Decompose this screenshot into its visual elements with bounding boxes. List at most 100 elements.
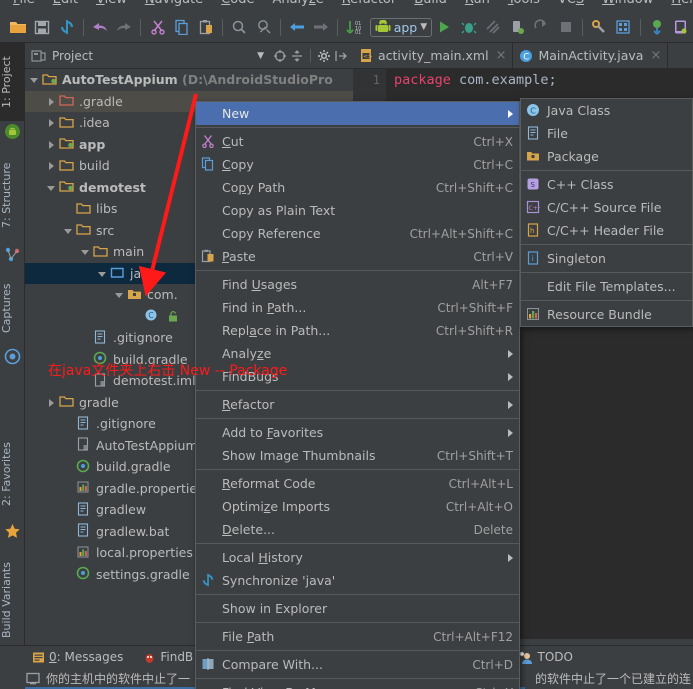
tab-activity-main-xml[interactable]: <> activity_main.xml × (353, 43, 513, 68)
submenu-item-singleton[interactable]: iSingleton (521, 247, 692, 270)
tree-toggle-right-icon[interactable] (46, 397, 57, 408)
tree-row[interactable]: AutoTestAppium (D:\AndroidStudioPro (25, 69, 353, 91)
menu-item-replace-in-path[interactable]: Replace in Path...Ctrl+Shift+R (196, 319, 519, 342)
settings-gear-icon[interactable] (317, 49, 331, 63)
redo-icon[interactable] (112, 15, 136, 40)
menu-item-tools[interactable]: Tools (499, 0, 549, 12)
menu-item-paste[interactable]: PasteCtrl+V (196, 245, 519, 268)
avd-manager-icon[interactable] (611, 15, 635, 40)
sidebar-item-captures[interactable]: Captures (0, 271, 25, 345)
menu-item-find-usages[interactable]: Find UsagesAlt+F7 (196, 273, 519, 296)
expand-collapse-icon[interactable] (290, 49, 304, 63)
open-folder-icon[interactable] (6, 15, 30, 40)
menu-item-cut[interactable]: CutCtrl+X (196, 130, 519, 153)
bottom-item-todo[interactable]: TODO (510, 650, 693, 664)
sort-icon[interactable]: 011001 (342, 15, 366, 40)
android-icon[interactable] (4, 123, 21, 140)
new-submenu[interactable]: CJava ClassFilePackage SC++ ClassC++C/C++… (520, 98, 693, 327)
menu-item-code[interactable]: Code (212, 0, 263, 12)
sidebar-item-build-variants[interactable]: Build Variants (0, 550, 25, 650)
run-icon[interactable] (432, 15, 456, 40)
chevron-down-icon[interactable]: ▼ (257, 51, 264, 61)
tree-toggle-down-icon[interactable] (29, 74, 40, 85)
menu-item-find-view-by-me[interactable]: Find View By MeCtrl+Y (196, 681, 519, 689)
star-icon[interactable] (4, 523, 21, 540)
menu-item-show-image-thumbnails[interactable]: Show Image ThumbnailsCtrl+Shift+T (196, 444, 519, 467)
bottom-item-messages[interactable]: 0: Messages (0, 650, 133, 664)
menu-item-add-to-favorites[interactable]: Add to Favorites (196, 421, 519, 444)
tree-toggle-right-icon[interactable] (46, 96, 57, 107)
close-icon[interactable]: × (496, 48, 507, 63)
menu-item-navigate[interactable]: Navigate (136, 0, 212, 12)
menu-item-local-history[interactable]: Local History (196, 546, 519, 569)
tree-toggle-right-icon[interactable] (46, 160, 57, 171)
menu-item-show-in-explorer[interactable]: Show in Explorer (196, 597, 519, 620)
menu-item-reformat-code[interactable]: Reformat CodeCtrl+Alt+L (196, 472, 519, 495)
cut-icon[interactable] (145, 15, 169, 40)
instant-run-icon[interactable] (505, 15, 529, 40)
structure-icon[interactable] (4, 246, 21, 263)
chevron-down-icon[interactable]: ▼ (420, 22, 427, 32)
menu-item-find-in-path[interactable]: Find in Path...Ctrl+Shift+F (196, 296, 519, 319)
run-configuration-selector[interactable]: app ▼ (370, 18, 432, 37)
menu-item-refactor[interactable]: Refactor (196, 393, 519, 416)
tree-toggle-right-icon[interactable] (46, 117, 57, 128)
collapse-target-icon[interactable] (273, 49, 287, 63)
submenu-item-java-class[interactable]: CJava Class (521, 99, 692, 122)
menu-item-optimize-imports[interactable]: Optimize ImportsCtrl+Alt+O (196, 495, 519, 518)
submenu-item-c-c-source-file[interactable]: C++C/C++ Source File (521, 196, 692, 219)
save-all-icon[interactable] (30, 15, 54, 40)
undo-icon[interactable] (88, 15, 112, 40)
submenu-item-resource-bundle[interactable]: Resource Bundle (521, 303, 692, 326)
menu-item-refactor[interactable]: Refactor (333, 0, 406, 12)
paste-icon[interactable] (194, 15, 218, 40)
rerun-icon[interactable] (529, 15, 553, 40)
close-icon[interactable]: × (650, 48, 661, 63)
captures-icon[interactable] (4, 348, 21, 365)
menu-item-delete[interactable]: Delete...Delete (196, 518, 519, 541)
tree-toggle-down-icon[interactable] (114, 289, 125, 300)
submenu-item-c-c-header-file[interactable]: hC/C++ Header File (521, 219, 692, 242)
copy-icon[interactable] (170, 15, 194, 40)
menu-item-copy-path[interactable]: Copy PathCtrl+Shift+C (196, 176, 519, 199)
menu-item-new[interactable]: New (196, 102, 519, 125)
tree-toggle-right-icon[interactable] (46, 139, 57, 150)
find-icon[interactable] (227, 15, 251, 40)
menu-item-help[interactable]: Help (662, 0, 693, 12)
tree-toggle-down-icon[interactable] (97, 268, 108, 279)
sidebar-item-project[interactable]: 1: Project (0, 43, 25, 121)
menu-item-file-path[interactable]: File PathCtrl+Alt+F12 (196, 625, 519, 648)
submenu-item-c-class[interactable]: SC++ Class (521, 173, 692, 196)
menu-item-run[interactable]: Run (456, 0, 499, 12)
menu-item-analyze[interactable]: Analyze (263, 0, 332, 12)
device-explorer-icon[interactable] (669, 15, 693, 40)
sdk-manager-icon[interactable] (587, 15, 611, 40)
menu-item-vcs[interactable]: VCS (549, 0, 593, 12)
sidebar-item-structure[interactable]: 7: Structure (0, 148, 25, 243)
tab-main-activity-java[interactable]: C MainActivity.java × (513, 43, 668, 68)
sync-icon[interactable] (55, 15, 79, 40)
sidebar-item-favorites[interactable]: 2: Favorites (0, 428, 25, 520)
forward-icon[interactable] (309, 15, 333, 40)
menu-item-build[interactable]: Build (405, 0, 456, 12)
menu-item-file[interactable]: File (4, 0, 44, 12)
menu-item-view[interactable]: View (87, 0, 136, 12)
replace-icon[interactable] (252, 15, 276, 40)
menu-item-synchronize-java[interactable]: Synchronize 'java' (196, 569, 519, 592)
stop-icon[interactable] (554, 15, 578, 40)
menu-item-copy[interactable]: CopyCtrl+C (196, 153, 519, 176)
menu-item-window[interactable]: Window (593, 0, 662, 12)
tree-toggle-down-icon[interactable] (80, 246, 91, 257)
bottom-item-findbugs[interactable]: FindB (133, 650, 203, 664)
menu-item-copy-as-plain-text[interactable]: Copy as Plain Text (196, 199, 519, 222)
menu-item-edit[interactable]: Edit (44, 0, 87, 12)
submenu-item-file[interactable]: File (521, 122, 692, 145)
menu-item-copy-reference[interactable]: Copy ReferenceCtrl+Alt+Shift+C (196, 222, 519, 245)
coverage-icon[interactable] (481, 15, 505, 40)
gradle-sync-icon[interactable] (644, 15, 668, 40)
tree-toggle-down-icon[interactable] (63, 225, 74, 236)
context-menu[interactable]: New CutCtrl+XCopyCtrl+CCopy PathCtrl+Shif… (195, 101, 520, 689)
back-icon[interactable] (285, 15, 309, 40)
submenu-item-package[interactable]: Package (521, 145, 692, 168)
debug-icon[interactable] (456, 15, 480, 40)
